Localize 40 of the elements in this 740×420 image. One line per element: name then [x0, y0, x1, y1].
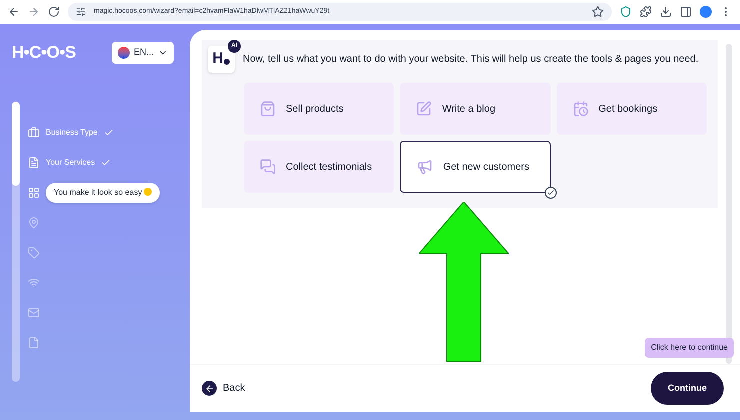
flag-icon [118, 46, 130, 59]
download-icon[interactable] [660, 6, 672, 18]
option-icon [416, 101, 432, 117]
back-button[interactable]: Back [202, 381, 246, 396]
option-icon [260, 159, 276, 175]
option-card[interactable]: Write a blog [400, 83, 551, 135]
assistant-message: Now, tell us what you want to do with your website. This will help us create the tools & pages you need. [243, 53, 699, 67]
check-icon [101, 158, 112, 168]
option-card[interactable]: Collect testimonials [244, 141, 394, 193]
continue-button[interactable]: Continue [651, 372, 724, 405]
shield-icon[interactable] [620, 6, 632, 18]
language-select[interactable]: EN... [112, 42, 174, 64]
step-label: Business Type [46, 126, 98, 138]
option-card[interactable]: Get bookings [556, 83, 707, 135]
check-icon [104, 128, 114, 138]
extensions-icon[interactable] [640, 6, 652, 18]
selected-check-icon [544, 187, 557, 199]
option-icon [572, 101, 589, 117]
step-icon [28, 126, 40, 138]
speech-bubble: You make it look so easy [46, 182, 160, 202]
step-label: Your Services [46, 156, 96, 168]
option-card[interactable]: Get new customers [400, 141, 551, 193]
forward-icon[interactable] [28, 6, 40, 18]
step-icon [28, 276, 40, 288]
site-settings-icon[interactable] [76, 7, 86, 17]
tooltip: Click here to continue [645, 338, 734, 358]
step-icon [28, 336, 40, 348]
step-icon [28, 216, 40, 228]
option-icon [417, 159, 434, 175]
step-icon [28, 156, 40, 168]
side-panel-icon[interactable] [680, 6, 692, 18]
back-icon[interactable] [8, 6, 20, 18]
option-icon [260, 101, 276, 117]
profile-avatar[interactable] [700, 6, 712, 18]
step-icon [28, 246, 40, 258]
option-card[interactable]: Sell products [244, 83, 394, 135]
step-icon [28, 186, 40, 198]
reload-icon[interactable] [48, 6, 60, 18]
star-icon[interactable] [592, 6, 604, 18]
step-icon [28, 306, 40, 318]
